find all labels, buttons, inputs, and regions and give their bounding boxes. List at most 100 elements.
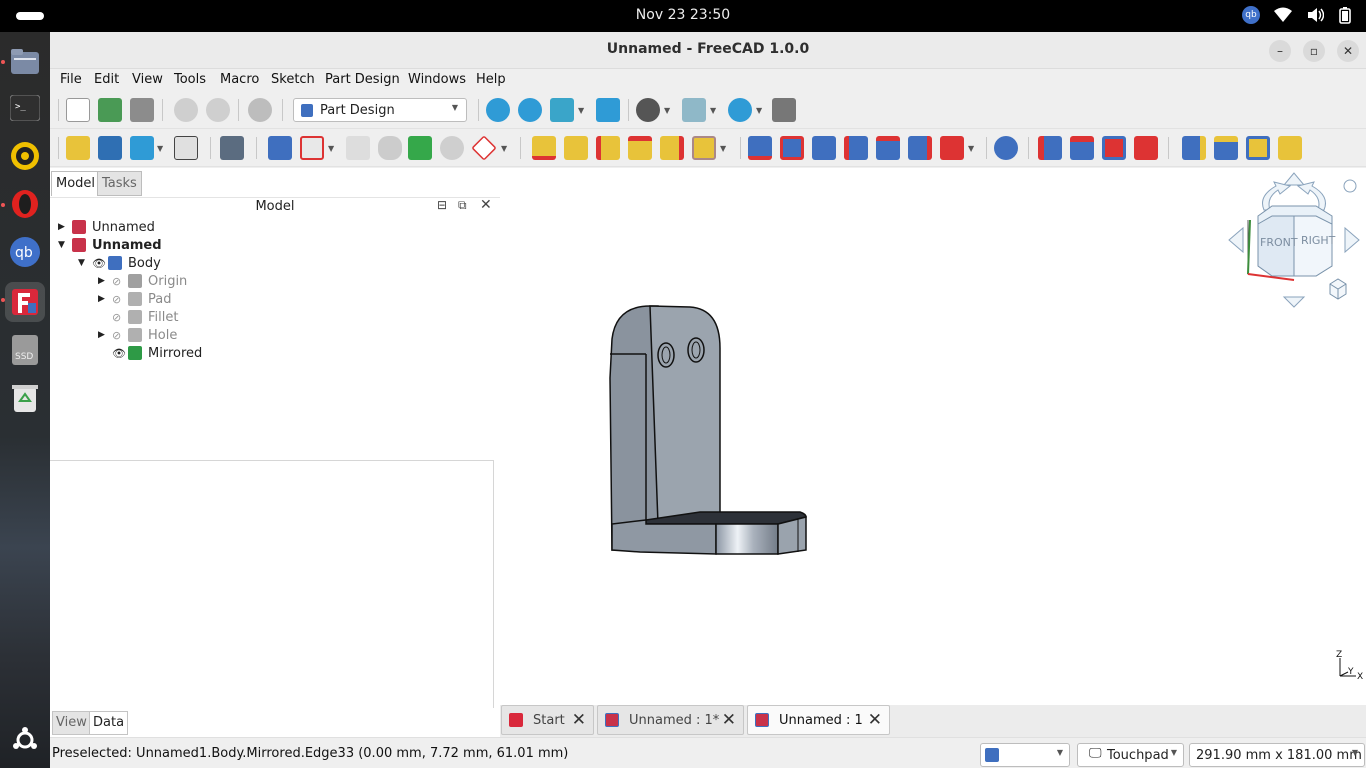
doc-tab-start[interactable]: Start ✕ (501, 705, 594, 735)
create-sketch-icon[interactable] (300, 136, 324, 160)
hidden-eye-icon[interactable]: ⊘ (112, 293, 128, 306)
orbit-right-icon[interactable] (1344, 226, 1360, 254)
polar-pattern-icon[interactable] (1246, 136, 1270, 160)
opera-app-icon[interactable] (5, 184, 45, 224)
menu-help[interactable]: Help (476, 72, 506, 87)
shape-binder-icon[interactable] (408, 136, 432, 160)
additive-helix-icon[interactable] (660, 136, 684, 160)
redo-icon[interactable] (206, 98, 230, 122)
subtractive-pipe-icon[interactable] (876, 136, 900, 160)
chamfer-icon[interactable] (1070, 136, 1094, 160)
maximize-button[interactable]: ▫ (1303, 40, 1325, 62)
pocket-icon[interactable] (748, 136, 772, 160)
pad-icon[interactable] (532, 136, 556, 160)
additive-pipe-icon[interactable] (628, 136, 652, 160)
dropdown-arrow-icon[interactable]: ▼ (710, 106, 716, 115)
menu-tools[interactable]: Tools (174, 72, 206, 87)
minimize-button[interactable]: – (1269, 40, 1291, 62)
tree-item[interactable]: ▶ ⊘ Hole (98, 326, 177, 344)
system-tray[interactable]: qb (1242, 6, 1352, 24)
dropdown-arrow-icon[interactable]: ▼ (328, 144, 334, 153)
expand-arrow-icon[interactable]: ▶ (98, 276, 112, 286)
navigation-mode-select[interactable]: 🖵 Touchpad ▼ (1077, 743, 1184, 767)
create-plane-icon[interactable] (471, 135, 497, 161)
view-std-icon[interactable] (682, 98, 706, 122)
close-tab-icon[interactable]: ✕ (572, 711, 586, 729)
dropdown-arrow-icon[interactable]: ▼ (501, 144, 507, 153)
trash-icon[interactable] (5, 378, 45, 418)
dropdown-arrow-icon[interactable]: ▼ (756, 106, 762, 115)
tree-item[interactable]: ⊘ Fillet (98, 308, 178, 326)
fit-all-icon[interactable] (486, 98, 510, 122)
doc-tab-unnamed-active[interactable]: Unnamed : 1 ✕ (747, 705, 890, 735)
mirrored-icon[interactable] (1182, 136, 1206, 160)
dropdown-arrow-icon[interactable]: ▼ (968, 144, 974, 153)
qbittorrent-app-icon[interactable]: qb (5, 232, 45, 272)
volume-icon[interactable] (1306, 7, 1324, 23)
panel-close-icon[interactable]: ✕ (480, 197, 492, 213)
tree-item[interactable]: ▶ Unnamed (58, 218, 155, 236)
check-geometry-icon[interactable] (378, 136, 402, 160)
validate-sketch-icon[interactable] (346, 136, 370, 160)
battery-icon[interactable] (1338, 6, 1352, 24)
tab-data[interactable]: Data (89, 711, 129, 735)
panel-float-icon[interactable]: ⧉ (458, 198, 467, 213)
dimension-indicator[interactable]: 291.90 mm x 181.00 mm ▼ (1189, 743, 1365, 767)
revolution-icon[interactable] (564, 136, 588, 160)
rhythmbox-app-icon[interactable] (5, 136, 45, 176)
expand-arrow-icon[interactable]: ▶ (98, 330, 112, 340)
menu-part-design[interactable]: Part Design (325, 72, 400, 87)
additive-loft-icon[interactable] (596, 136, 620, 160)
hidden-eye-icon[interactable]: ⊘ (112, 329, 128, 342)
thickness-icon[interactable] (1134, 136, 1158, 160)
show-apps-icon[interactable] (5, 720, 45, 760)
tree-item[interactable]: ▶ ⊘ Pad (98, 290, 171, 308)
files-app-icon[interactable] (5, 42, 45, 82)
orbit-up-icon[interactable] (1282, 172, 1306, 186)
measure-tool-icon[interactable] (772, 98, 796, 122)
close-tab-icon[interactable]: ✕ (722, 711, 736, 729)
tree-item[interactable]: 👁 Mirrored (98, 344, 202, 362)
terminal-app-icon[interactable]: >_ (5, 88, 45, 128)
collapse-arrow-icon[interactable]: ▼ (78, 258, 92, 268)
menu-view[interactable]: View (132, 72, 163, 87)
dropdown-arrow-icon[interactable]: ▼ (720, 144, 726, 153)
tree-item[interactable]: ▼ 👁 Body (78, 254, 161, 272)
tab-model[interactable]: Model (51, 171, 101, 196)
dropdown-arrow-icon[interactable]: ▼ (578, 106, 584, 115)
hidden-eye-icon[interactable]: ⊘ (112, 275, 128, 288)
open-document-icon[interactable] (98, 98, 122, 122)
tab-view[interactable]: View (52, 711, 91, 735)
subtractive-primitive-icon[interactable] (940, 136, 964, 160)
boolean-icon[interactable] (994, 136, 1018, 160)
clone-icon[interactable] (440, 136, 464, 160)
close-button[interactable]: ✕ (1337, 40, 1359, 62)
freecad-app-icon[interactable] (5, 282, 45, 322)
fillet-icon[interactable] (1038, 136, 1062, 160)
make-link-icon[interactable] (130, 136, 154, 160)
menu-file[interactable]: File (60, 72, 82, 87)
expand-arrow-icon[interactable]: ▶ (98, 294, 112, 304)
tree-item[interactable]: ▶ ⊘ Origin (98, 272, 187, 290)
draw-style-icon[interactable] (636, 98, 660, 122)
menu-windows[interactable]: Windows (408, 72, 466, 87)
clock[interactable]: Nov 23 23:50 (0, 7, 1366, 23)
refresh-icon[interactable] (248, 98, 272, 122)
qbittorrent-tray-icon[interactable]: qb (1242, 6, 1260, 24)
new-document-icon[interactable] (66, 98, 90, 122)
doc-tab-unnamed-modified[interactable]: Unnamed : 1* ✕ (597, 705, 744, 735)
create-group-icon[interactable] (98, 136, 122, 160)
tab-tasks[interactable]: Tasks (97, 171, 142, 196)
hidden-eye-icon[interactable]: ⊘ (112, 311, 128, 324)
subtractive-helix-icon[interactable] (908, 136, 932, 160)
visibility-eye-icon[interactable]: 👁 (92, 257, 108, 270)
orbit-left-icon[interactable] (1228, 226, 1244, 254)
navcube-right-face[interactable]: RIGHT (1301, 234, 1336, 247)
panel-splitter[interactable] (50, 460, 493, 461)
3d-viewport[interactable]: FRONT RIGHT Z Y X (500, 168, 1366, 705)
measure-icon[interactable] (596, 98, 620, 122)
fit-selection-icon[interactable] (518, 98, 542, 122)
subtractive-loft-icon[interactable] (844, 136, 868, 160)
orbit-down-icon[interactable] (1282, 296, 1306, 308)
dropdown-arrow-icon[interactable]: ▼ (157, 144, 163, 153)
